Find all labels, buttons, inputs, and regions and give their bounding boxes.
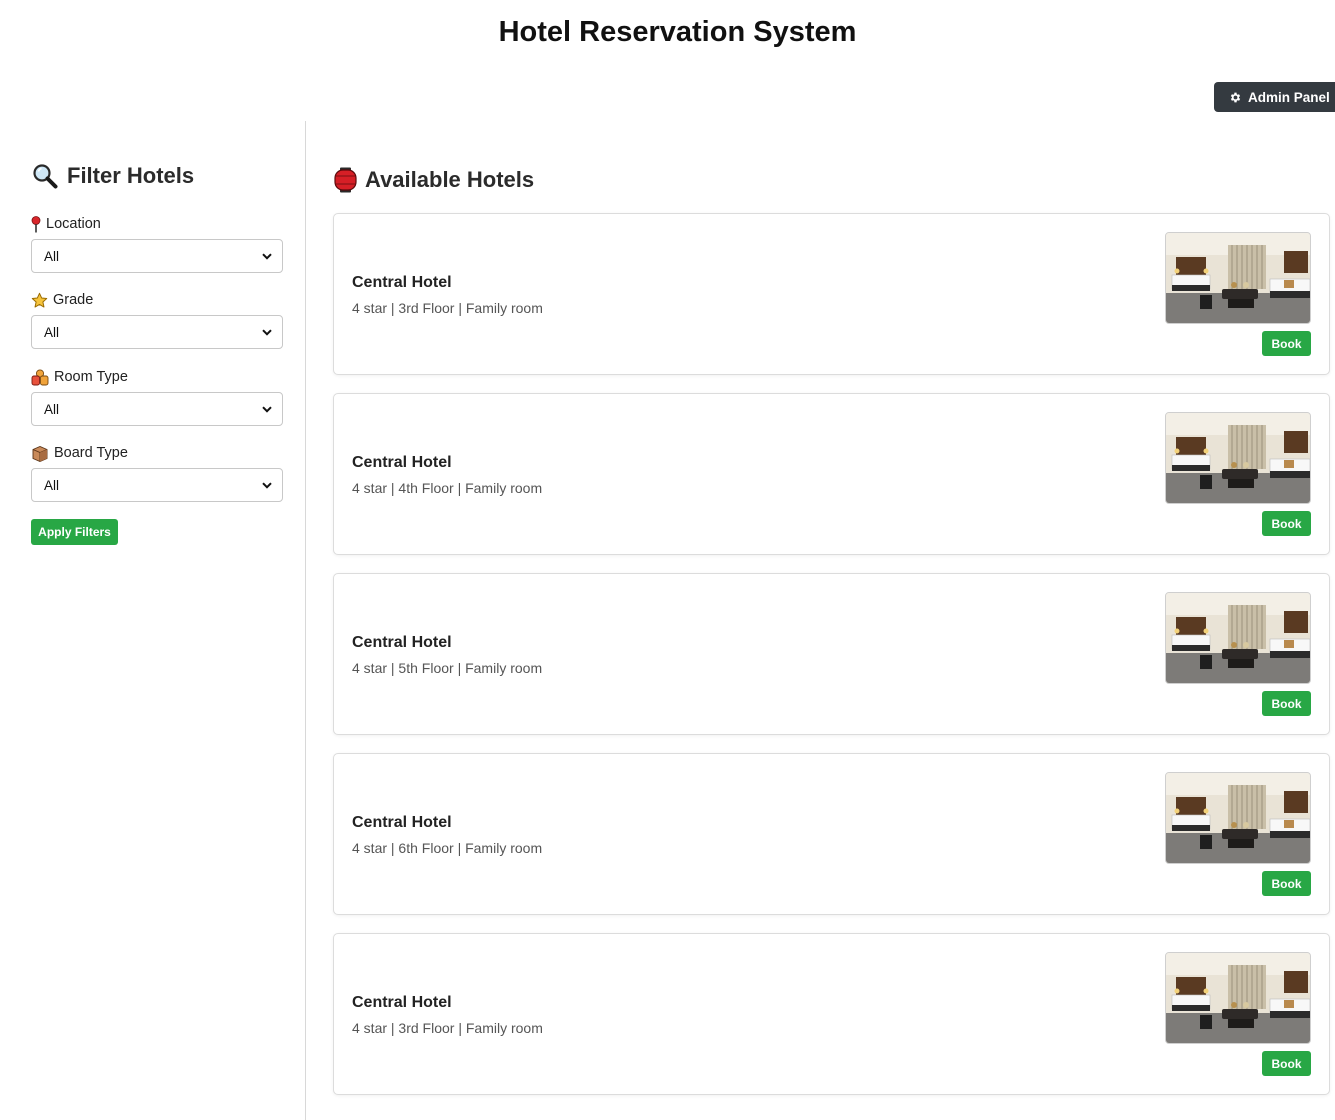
page-title: Hotel Reservation System — [498, 16, 857, 48]
chevron-down-icon — [262, 405, 272, 413]
room-type-filter: Room Type All — [31, 368, 283, 426]
grade-filter: Grade All — [31, 291, 283, 349]
apply-filters-button[interactable]: Apply Filters — [31, 519, 118, 545]
hotel-details: 4 star | 5th Floor | Family room — [352, 660, 543, 676]
room-type-icon — [31, 368, 49, 385]
book-button[interactable]: Book — [1262, 1051, 1311, 1076]
hotel-details: 4 star | 6th Floor | Family room — [352, 840, 543, 856]
hotel-room-photo — [1165, 592, 1311, 684]
book-button[interactable]: Book — [1262, 331, 1311, 356]
room-type-label: Room Type — [54, 369, 128, 385]
hotel-name: Central Hotel — [352, 634, 452, 651]
board-type-filter: Board Type All — [31, 444, 283, 502]
grade-select[interactable]: All — [31, 315, 283, 349]
box-icon — [32, 445, 48, 462]
location-filter: Location All — [31, 215, 283, 273]
board-type-label: Board Type — [54, 445, 128, 461]
filter-sidebar: Filter Hotels Location All Grade All Roo… — [0, 121, 306, 1120]
book-button[interactable]: Book — [1262, 511, 1311, 536]
board-type-select[interactable]: All — [31, 468, 283, 502]
location-select-value: All — [44, 248, 60, 264]
chevron-down-icon — [262, 481, 272, 489]
hotel-card: Central Hotel 4 star | 3rd Floor | Famil… — [333, 933, 1330, 1095]
hotel-name: Central Hotel — [352, 814, 452, 831]
hotel-room-photo — [1165, 412, 1311, 504]
grade-label: Grade — [53, 292, 94, 308]
magnifier-icon — [33, 164, 58, 189]
hotels-heading: Available Hotels — [334, 167, 534, 193]
hotels-heading-text: Available Hotels — [365, 167, 535, 192]
grade-select-value: All — [44, 324, 60, 340]
hotel-name: Central Hotel — [352, 454, 452, 471]
lantern-icon — [334, 167, 357, 193]
filter-heading: Filter Hotels — [32, 163, 194, 189]
location-select[interactable]: All — [31, 239, 283, 273]
hotel-room-photo — [1165, 232, 1311, 324]
chevron-down-icon — [262, 328, 272, 336]
filter-heading-text: Filter Hotels — [67, 163, 195, 188]
star-icon — [31, 292, 48, 308]
room-type-select[interactable]: All — [31, 392, 283, 426]
gear-icon — [1230, 92, 1241, 102]
hotel-name: Central Hotel — [352, 994, 452, 1011]
hotel-room-photo — [1165, 772, 1311, 864]
hotel-card: Central Hotel 4 star | 5th Floor | Famil… — [333, 573, 1330, 735]
hotel-card: Central Hotel 4 star | 3rd Floor | Famil… — [333, 213, 1330, 375]
hotel-room-photo — [1165, 952, 1311, 1044]
location-label: Location — [46, 216, 101, 232]
hotel-details: 4 star | 3rd Floor | Family room — [352, 1020, 543, 1036]
chevron-down-icon — [262, 252, 272, 260]
board-type-select-value: All — [44, 477, 60, 493]
hotel-details: 4 star | 3rd Floor | Family room — [352, 300, 543, 316]
hotel-details: 4 star | 4th Floor | Family room — [352, 480, 543, 496]
hotel-card: Central Hotel 4 star | 4th Floor | Famil… — [333, 393, 1330, 555]
hotel-card: Central Hotel 4 star | 6th Floor | Famil… — [333, 753, 1330, 915]
book-button[interactable]: Book — [1262, 871, 1311, 896]
hotel-name: Central Hotel — [352, 274, 452, 291]
admin-panel-button[interactable]: Admin Panel — [1214, 82, 1335, 112]
admin-panel-label: Admin Panel — [1248, 89, 1330, 105]
room-type-select-value: All — [44, 401, 60, 417]
book-button[interactable]: Book — [1262, 691, 1311, 716]
pin-icon — [31, 215, 41, 232]
hotel-list-panel: Available Hotels Central Hotel 4 star | … — [306, 121, 1335, 1120]
